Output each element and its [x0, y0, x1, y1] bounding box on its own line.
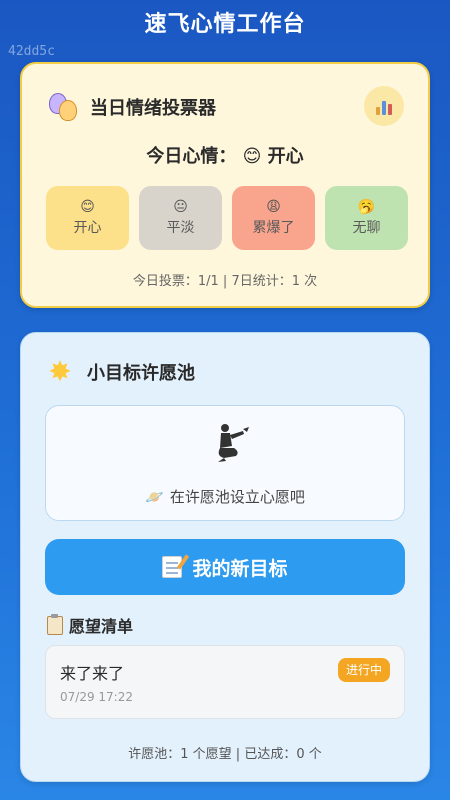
today-mood-label: 今日心情： — [146, 146, 237, 167]
watermark: 42dd5c — [8, 44, 55, 59]
today-mood: 今日心情： 😊 开心 — [22, 142, 428, 168]
mood-options: 😊 开心 😐 平淡 😩 累爆了 🥱 无聊 — [46, 186, 408, 250]
mood-option-bored[interactable]: 🥱 无聊 — [325, 186, 408, 250]
app-title: 速飞心情工作台 — [144, 12, 306, 37]
mood-stats-button[interactable] — [364, 86, 404, 126]
weary-face-icon: 😩 — [266, 199, 281, 215]
wish-list-item[interactable]: 来了来了 07/29 17:22 进行中 — [45, 645, 405, 719]
mood-card-header: 当日情绪投票器 — [48, 92, 216, 122]
mood-option-tired[interactable]: 😩 累爆了 — [232, 186, 315, 250]
wish-stats: 许愿池：1 个愿望 | 已达成：0 个 — [128, 747, 322, 762]
wish-list-title: 愿望清单 — [69, 617, 134, 636]
status-badge[interactable]: 进行中 — [337, 658, 390, 682]
mood-vote-card: 当日情绪投票器 今日心情： 😊 开心 😊 开心 😐 平淡 😩 累爆了 🥱 无聊 … — [20, 62, 430, 308]
wish-pool-hint-text: 在许愿池设立心愿吧 — [169, 488, 305, 506]
memo-icon — [162, 556, 183, 578]
genie-icon — [218, 424, 249, 462]
today-mood-emoji-icon: 😊 — [242, 146, 262, 167]
sparkle-star-icon: ✸ — [48, 355, 72, 388]
today-mood-value: 开心 — [267, 146, 304, 167]
mood-option-calm[interactable]: 😐 平淡 — [139, 186, 222, 250]
wish-list-header: 愿望清单 — [47, 613, 133, 637]
yawning-face-icon: 🥱 — [357, 199, 376, 215]
mood-option-happy[interactable]: 😊 开心 — [46, 186, 129, 250]
theater-masks-icon — [48, 92, 78, 122]
wish-pool-hint: 🪐 在许愿池设立心愿吧 — [46, 486, 404, 507]
mood-option-label: 无聊 — [352, 220, 381, 236]
wish-item-title: 来了来了 — [60, 664, 125, 683]
new-goal-label: 我的新目标 — [192, 557, 288, 580]
smile-face-icon: 😊 — [80, 199, 95, 215]
wish-card-title: 小目标许愿池 — [87, 363, 195, 384]
mood-option-label: 累爆了 — [252, 220, 295, 236]
ringed-planet-icon: 🪐 — [145, 488, 164, 506]
mood-option-label: 开心 — [73, 220, 102, 236]
wish-card-header: ✸ 小目标许愿池 — [45, 357, 195, 387]
mood-card-title: 当日情绪投票器 — [90, 98, 216, 119]
mood-option-label: 平淡 — [166, 220, 195, 236]
neutral-face-icon: 😐 — [173, 199, 188, 215]
wish-pool-empty-state: 🪐 在许愿池设立心愿吧 — [45, 405, 405, 521]
new-goal-button[interactable]: 我的新目标 — [45, 539, 405, 595]
wish-item-time: 07/29 17:22 — [60, 690, 133, 704]
vote-stats: 今日投票：1/1 | 7日统计：1 次 — [132, 274, 318, 289]
clipboard-icon — [47, 613, 63, 635]
bar-chart-icon — [376, 101, 392, 115]
wish-pool-card: ✸ 小目标许愿池 🪐 在许愿池设立心愿吧 我的新目标 愿望清单 来了来了 07/2… — [20, 332, 430, 782]
